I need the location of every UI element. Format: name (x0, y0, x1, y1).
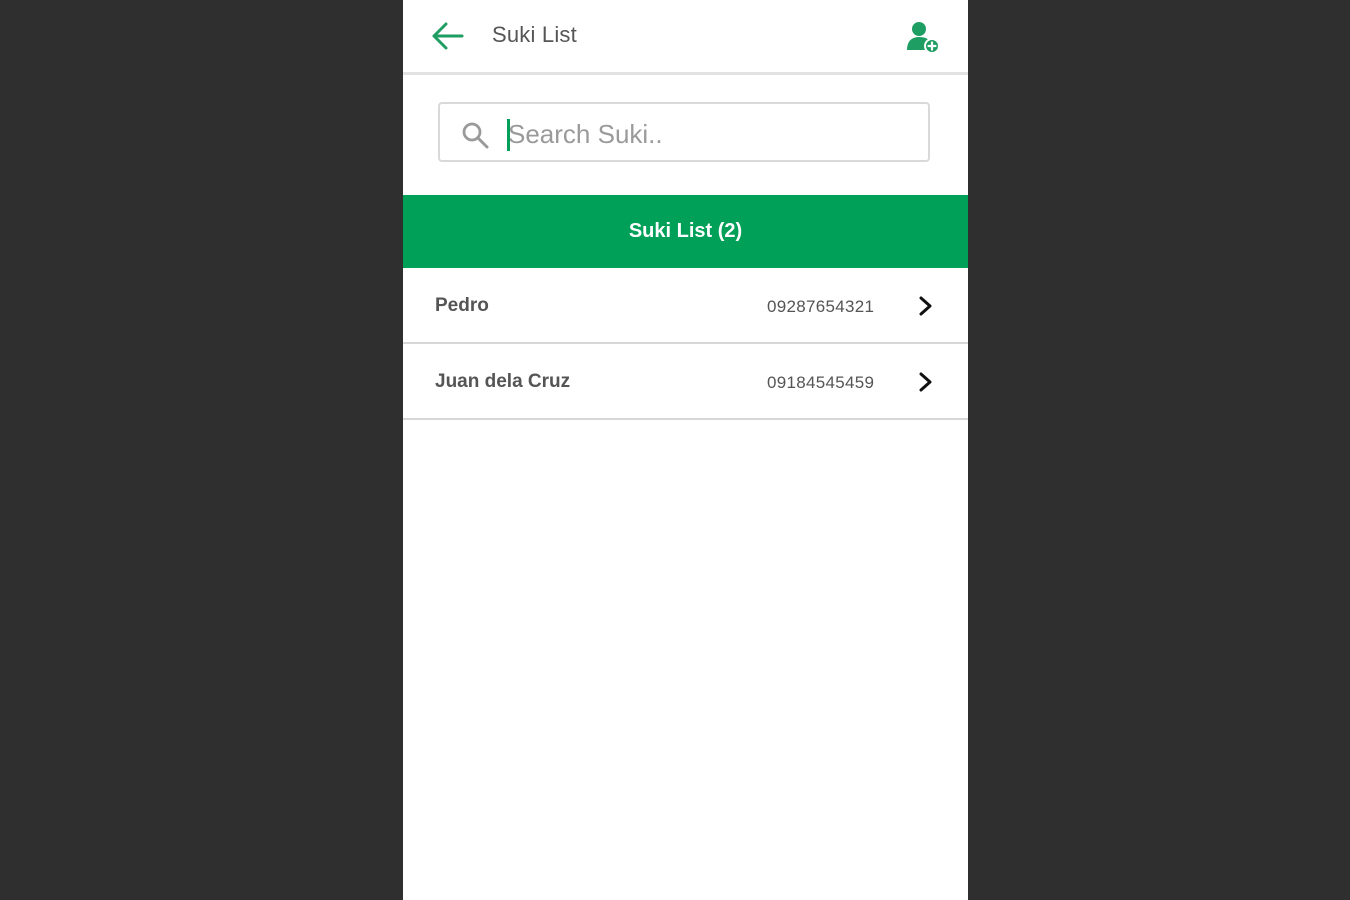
add-suki-button[interactable] (903, 18, 943, 56)
page-title: Suki List (492, 22, 577, 47)
suki-name: Juan dela Cruz (435, 371, 571, 392)
suki-row-pedro[interactable]: Pedro 09287654321 (403, 268, 968, 344)
suki-list: Pedro 09287654321 Juan dela Cruz 0918454… (403, 268, 968, 420)
search-input[interactable] (506, 112, 910, 156)
back-button[interactable] (427, 18, 467, 54)
suki-list-header-label: Suki List (2) (628, 220, 743, 242)
add-user-icon (907, 22, 940, 54)
suki-phone: 09287654321 (767, 297, 875, 316)
chevron-right-icon (919, 372, 932, 392)
app-screen: Suki List Suki List (2) Pedro 0928765432… (403, 0, 968, 900)
suki-name: Pedro (435, 295, 489, 316)
suki-phone: 09184545459 (767, 373, 875, 392)
app-bar: Suki List (403, 0, 968, 75)
search-box[interactable] (438, 102, 930, 162)
chevron-right-icon (919, 296, 932, 316)
suki-list-header: Suki List (2) (403, 195, 968, 268)
search-icon (462, 122, 489, 149)
text-cursor (507, 119, 510, 151)
arrow-left-icon (432, 22, 464, 50)
suki-row-juan-dela-cruz[interactable]: Juan dela Cruz 09184545459 (403, 344, 968, 420)
